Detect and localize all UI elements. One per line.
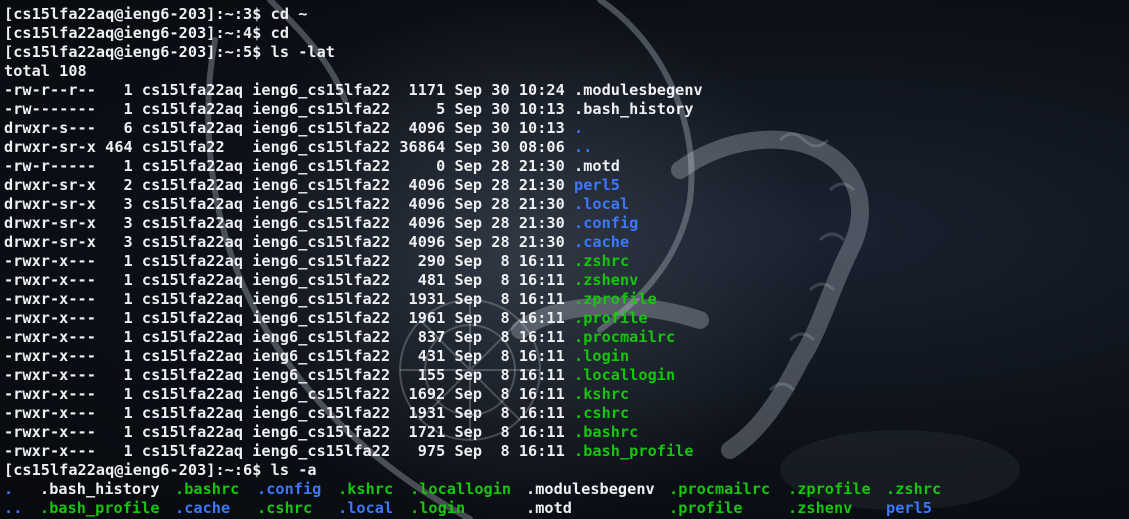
file-metadata: -rw------- 1 cs15lfa22aq ieng6_cs15lfa22… xyxy=(4,100,575,118)
file-metadata: drwxr-s--- 6 cs15lfa22aq ieng6_cs15lfa22… xyxy=(4,119,575,137)
file-metadata: -rwxr-x--- 1 cs15lfa22aq ieng6_cs15lfa22… xyxy=(4,404,575,422)
shell-command: cd xyxy=(270,24,290,42)
file-metadata: -rwxr-x--- 1 cs15lfa22aq ieng6_cs15lfa22… xyxy=(4,366,575,384)
terminal-window[interactable]: [cs15lfa22aq@ieng6-203]:~:3$ cd ~ [cs15lf… xyxy=(0,0,1129,519)
file-metadata: -rwxr-x--- 1 cs15lfa22aq ieng6_cs15lfa22… xyxy=(4,442,575,460)
ls-listing-row: -rw-r----- 1 cs15lfa22aq ieng6_cs15lfa22… xyxy=(4,157,703,176)
file-name: .zprofile xyxy=(574,290,657,308)
file-metadata: -rwxr-x--- 1 cs15lfa22aq ieng6_cs15lfa22… xyxy=(4,385,575,403)
file-metadata: -rwxr-x--- 1 cs15lfa22aq ieng6_cs15lfa22… xyxy=(4,309,575,327)
file-metadata: -rwxr-x--- 1 cs15lfa22aq ieng6_cs15lfa22… xyxy=(4,328,575,346)
ls-listing-row: drwxr-sr-x 3 cs15lfa22aq ieng6_cs15lfa22… xyxy=(4,195,703,214)
shell-prompt: [cs15lfa22aq@ieng6-203]:~:3$ xyxy=(4,5,262,23)
ls-a-entry: .bashrc xyxy=(175,480,240,498)
file-metadata: -rw-r----- 1 cs15lfa22aq ieng6_cs15lfa22… xyxy=(4,157,575,175)
file-name: .. xyxy=(574,138,593,156)
file-name: .locallogin xyxy=(574,366,676,384)
file-name: .login xyxy=(574,347,630,365)
file-metadata: drwxr-sr-x 3 cs15lfa22aq ieng6_cs15lfa22… xyxy=(4,195,575,213)
file-metadata: drwxr-sr-x 2 cs15lfa22aq ieng6_cs15lfa22… xyxy=(4,176,575,194)
ls-a-entry: .procmailrc xyxy=(669,480,771,498)
ls-listing-row: -rwxr-x--- 1 cs15lfa22aq ieng6_cs15lfa22… xyxy=(4,328,703,347)
file-name: .cshrc xyxy=(574,404,630,422)
ls-a-entry: .config xyxy=(257,480,322,498)
file-name: .procmailrc xyxy=(574,328,676,346)
ls-listing-row: drwxr-sr-x 2 cs15lfa22aq ieng6_cs15lfa22… xyxy=(4,176,703,195)
file-metadata: -rwxr-x--- 1 cs15lfa22aq ieng6_cs15lfa22… xyxy=(4,290,575,308)
ls-a-row: . .bash_history .bashrc .config .kshrc .local… xyxy=(4,480,941,499)
file-name: perl5 xyxy=(574,176,620,194)
command-line: [cs15lfa22aq@ieng6-203]:~:4$ cd xyxy=(4,24,703,43)
file-name: . xyxy=(574,119,584,137)
ls-a-entry: .kshrc xyxy=(338,480,394,498)
file-name: .zshrc xyxy=(574,252,630,270)
ls-a-entry: .bash_history xyxy=(40,480,160,498)
ls-listing-row: drwxr-sr-x 3 cs15lfa22aq ieng6_cs15lfa22… xyxy=(4,214,703,233)
file-name: .motd xyxy=(574,157,620,175)
ls-listing-row: -rw-r--r-- 1 cs15lfa22aq ieng6_cs15lfa22… xyxy=(4,81,703,100)
ls-a-entry: perl5 xyxy=(886,499,932,517)
ls-listing-row: -rwxr-x--- 1 cs15lfa22aq ieng6_cs15lfa22… xyxy=(4,442,703,461)
ls-a-entry: .cache xyxy=(175,499,231,517)
file-metadata: -rwxr-x--- 1 cs15lfa22aq ieng6_cs15lfa22… xyxy=(4,271,575,289)
command-line: [cs15lfa22aq@ieng6-203]:~:6$ ls -a xyxy=(4,461,703,480)
ls-listing-row: -rwxr-x--- 1 cs15lfa22aq ieng6_cs15lfa22… xyxy=(4,385,703,404)
ls-a-entry: .locallogin xyxy=(410,480,512,498)
ls-listing-row: -rwxr-x--- 1 cs15lfa22aq ieng6_cs15lfa22… xyxy=(4,271,703,290)
file-name: .profile xyxy=(574,309,648,327)
file-metadata: drwxr-sr-x 3 cs15lfa22aq ieng6_cs15lfa22… xyxy=(4,214,575,232)
ls-listing-row: -rw------- 1 cs15lfa22aq ieng6_cs15lfa22… xyxy=(4,100,703,119)
ls-a-entry: .. xyxy=(4,499,23,517)
terminal-output: [cs15lfa22aq@ieng6-203]:~:3$ cd ~ [cs15lf… xyxy=(4,5,941,518)
ls-listing-row: -rwxr-x--- 1 cs15lfa22aq ieng6_cs15lfa22… xyxy=(4,366,703,385)
ls-listing-row: -rwxr-x--- 1 cs15lfa22aq ieng6_cs15lfa22… xyxy=(4,309,703,328)
ls-listing-row: -rwxr-x--- 1 cs15lfa22aq ieng6_cs15lfa22… xyxy=(4,347,703,366)
ls-listing-row: -rwxr-x--- 1 cs15lfa22aq ieng6_cs15lfa22… xyxy=(4,290,703,309)
ls-listing-row: -rwxr-x--- 1 cs15lfa22aq ieng6_cs15lfa22… xyxy=(4,423,703,442)
shell-prompt: [cs15lfa22aq@ieng6-203]:~:5$ xyxy=(4,43,262,61)
ls-listing-row: -rwxr-x--- 1 cs15lfa22aq ieng6_cs15lfa22… xyxy=(4,252,703,271)
file-name: .bash_profile xyxy=(574,442,694,460)
ls-total: total 108 xyxy=(4,62,87,80)
ls-a-entry: .login xyxy=(410,499,466,517)
command-line: [cs15lfa22aq@ieng6-203]:~:5$ ls -lat xyxy=(4,43,703,62)
ls-listing-row: drwxr-s--- 6 cs15lfa22aq ieng6_cs15lfa22… xyxy=(4,119,703,138)
file-name: .bashrc xyxy=(574,423,639,441)
shell-command: ls -lat xyxy=(270,43,335,61)
ls-a-entry: .zshrc xyxy=(886,480,942,498)
ls-a-entry: .zprofile xyxy=(788,480,871,498)
shell-prompt: [cs15lfa22aq@ieng6-203]:~:6$ xyxy=(4,461,262,479)
ls-listing-row: drwxr-sr-x 3 cs15lfa22aq ieng6_cs15lfa22… xyxy=(4,233,703,252)
file-metadata: -rwxr-x--- 1 cs15lfa22aq ieng6_cs15lfa22… xyxy=(4,252,575,270)
total-line: total 108 xyxy=(4,62,703,81)
command-line: [cs15lfa22aq@ieng6-203]:~:3$ cd ~ xyxy=(4,5,703,24)
ls-listing-row: -rwxr-x--- 1 cs15lfa22aq ieng6_cs15lfa22… xyxy=(4,404,703,423)
ls-a-entry: . xyxy=(4,480,14,498)
file-name: .bash_history xyxy=(574,100,694,118)
ls-a-entry: .profile xyxy=(669,499,743,517)
file-name: .local xyxy=(574,195,630,213)
file-name: .config xyxy=(574,214,639,232)
file-name: .modulesbegenv xyxy=(574,81,703,99)
file-metadata: -rw-r--r-- 1 cs15lfa22aq ieng6_cs15lfa22… xyxy=(4,81,575,99)
ls-a-entry: .local xyxy=(338,499,394,517)
ls-a-entry: .cshrc xyxy=(257,499,313,517)
ls-listing-row: drwxr-sr-x 464 cs15lfa22 ieng6_cs15lfa22… xyxy=(4,138,703,157)
ls-a-entry: .zshenv xyxy=(788,499,853,517)
shell-prompt: [cs15lfa22aq@ieng6-203]:~:4$ xyxy=(4,24,262,42)
ls-a-entry: .motd xyxy=(526,499,572,517)
file-name: .kshrc xyxy=(574,385,630,403)
shell-command: cd ~ xyxy=(270,5,308,23)
file-name: .cache xyxy=(574,233,630,251)
ls-a-entry: .bash_profile xyxy=(40,499,160,517)
file-metadata: -rwxr-x--- 1 cs15lfa22aq ieng6_cs15lfa22… xyxy=(4,347,575,365)
file-metadata: drwxr-sr-x 3 cs15lfa22aq ieng6_cs15lfa22… xyxy=(4,233,575,251)
shell-command: ls -a xyxy=(270,461,317,479)
file-metadata: -rwxr-x--- 1 cs15lfa22aq ieng6_cs15lfa22… xyxy=(4,423,575,441)
ls-a-entry: .modulesbegenv xyxy=(526,480,655,498)
ls-a-row: .. .bash_profile .cache .cshrc .local .login.… xyxy=(4,499,932,518)
file-name: .zshenv xyxy=(574,271,639,289)
file-metadata: drwxr-sr-x 464 cs15lfa22 ieng6_cs15lfa22… xyxy=(4,138,575,156)
